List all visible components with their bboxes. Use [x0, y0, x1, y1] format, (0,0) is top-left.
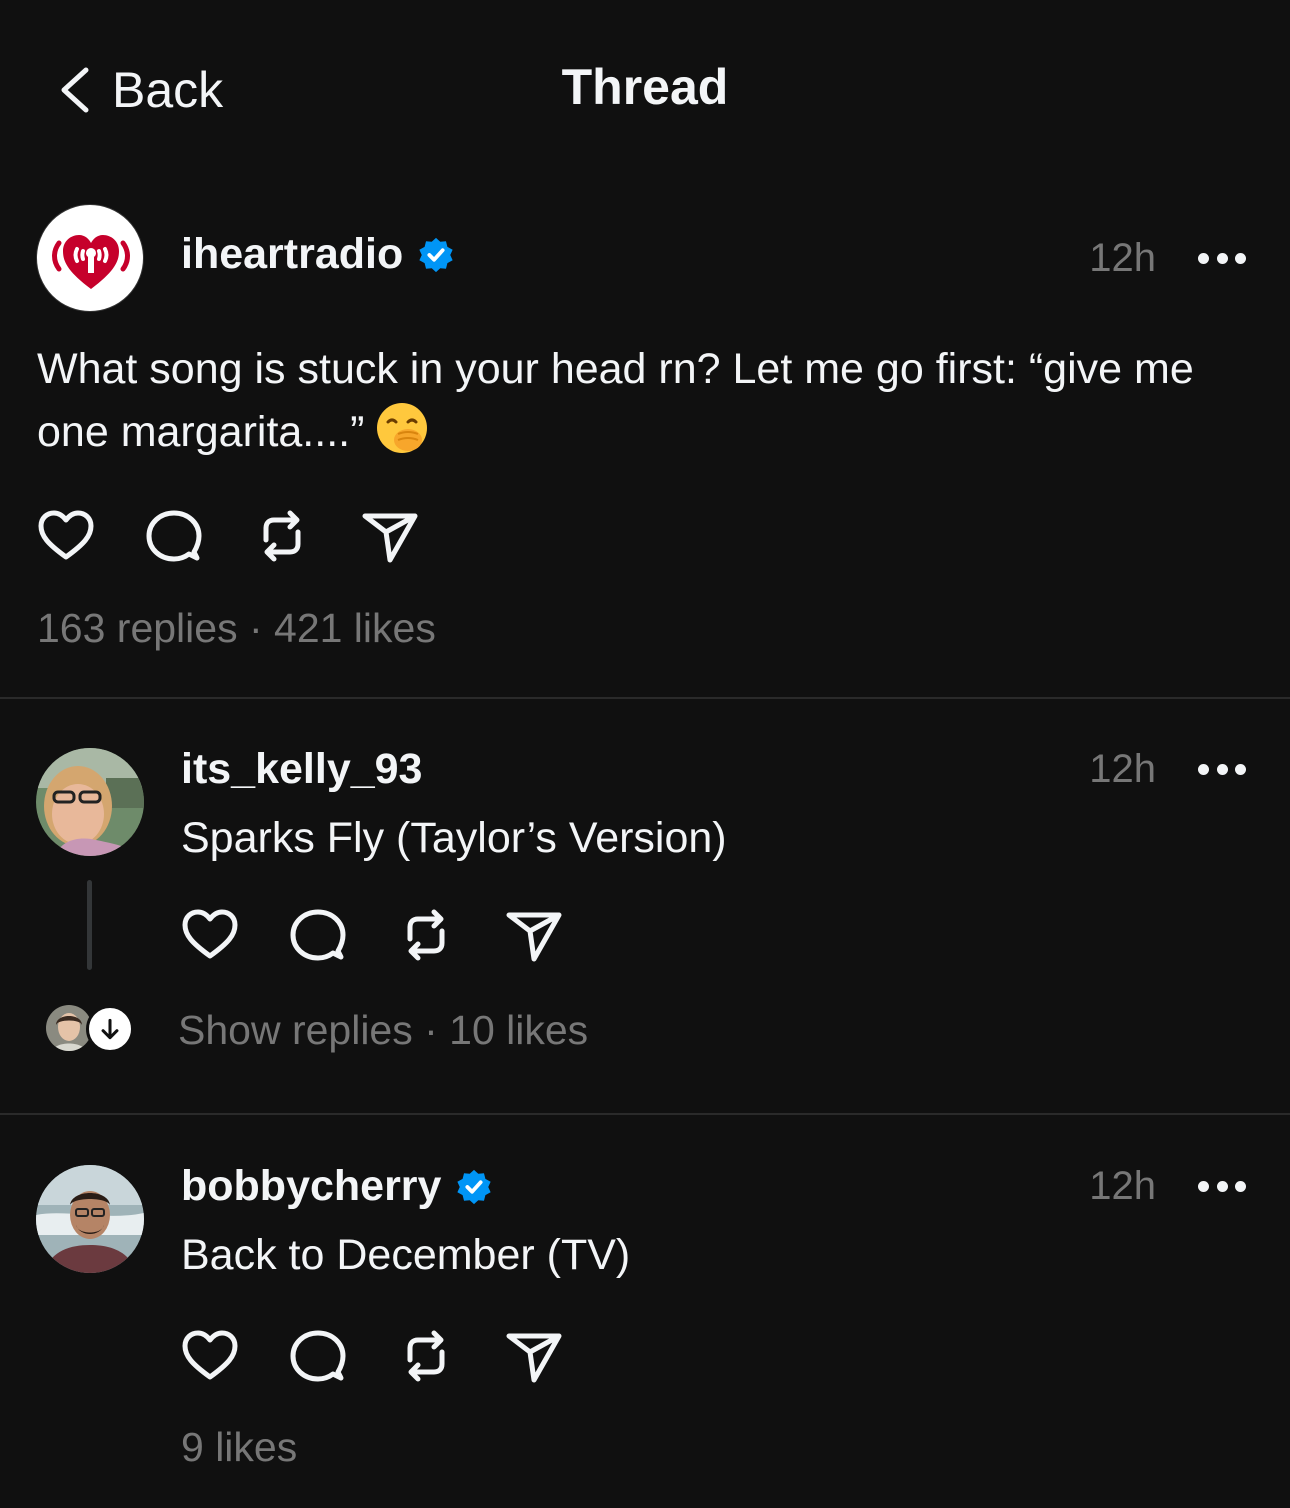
user-photo-icon: [36, 748, 144, 856]
reply-username[interactable]: its_kelly_93: [181, 745, 422, 794]
reply-button[interactable]: [286, 903, 350, 967]
post-text: What song is stuck in your head rn? Let …: [37, 338, 1257, 463]
repost-button[interactable]: [394, 1324, 458, 1388]
post-username[interactable]: iheartradio: [181, 230, 455, 279]
like-button[interactable]: [34, 504, 98, 568]
send-icon: [506, 912, 562, 962]
arrow-down-icon: [101, 1018, 119, 1040]
username-text: its_kelly_93: [181, 745, 423, 793]
reply-text: Back to December (TV): [181, 1231, 631, 1279]
like-button[interactable]: [178, 903, 242, 967]
reply-post: its_kelly_93 12h Sparks Fly (Taylor’s Ve…: [0, 745, 1290, 1115]
heart-icon: [182, 1330, 238, 1380]
share-button[interactable]: [358, 504, 422, 568]
reply-actions: [178, 903, 610, 967]
reply-stats[interactable]: Show replies · 10 likes: [178, 1007, 588, 1054]
reply-text: Sparks Fly (Taylor’s Version): [181, 814, 727, 862]
post-text-content: What song is stuck in your head rn? Let …: [37, 345, 1194, 456]
share-button[interactable]: [502, 1324, 566, 1388]
send-icon: [362, 513, 418, 563]
reply-time: 12h: [1089, 747, 1156, 791]
main-post: iheartradio 12h What song is stuck in yo…: [0, 200, 1290, 700]
divider: [0, 697, 1290, 699]
user-photo-icon: [36, 1165, 144, 1273]
reply-actions: [178, 1324, 610, 1388]
post-time: 12h: [1089, 236, 1156, 280]
reply-button[interactable]: [286, 1324, 350, 1388]
page-title: Thread: [561, 59, 729, 115]
verified-badge-icon: [419, 237, 453, 272]
post-actions: [34, 504, 466, 568]
reply-post: bobbycherry 12h Back to December (TV) 9 …: [0, 1162, 1290, 1508]
reply-stats[interactable]: 9 likes: [181, 1424, 297, 1471]
reply-button[interactable]: [142, 504, 206, 568]
avatar[interactable]: [36, 748, 144, 856]
more-options-icon[interactable]: [1198, 1176, 1246, 1196]
iheartradio-logo-icon: [52, 235, 130, 289]
share-button[interactable]: [502, 903, 566, 967]
more-options-icon[interactable]: [1198, 248, 1246, 268]
verified-badge-icon: [457, 1169, 492, 1204]
header-bar: Back Thread: [0, 0, 1290, 180]
repost-icon: [263, 510, 301, 562]
avatar[interactable]: [36, 1165, 144, 1273]
repost-icon: [407, 909, 445, 961]
heart-icon: [182, 909, 238, 959]
repost-button[interactable]: [250, 504, 314, 568]
reply-time: 12h: [1089, 1164, 1156, 1208]
show-replies-toggle[interactable]: [86, 1005, 134, 1053]
send-icon: [506, 1333, 562, 1383]
comment-icon: [290, 1330, 346, 1382]
face-with-hand-over-mouth-icon: [377, 403, 428, 453]
post-stats[interactable]: 163 replies · 421 likes: [37, 605, 436, 652]
thread-line: [87, 880, 92, 970]
username-text: bobbycherry: [181, 1162, 442, 1210]
comment-icon: [146, 510, 202, 562]
like-button[interactable]: [178, 1324, 242, 1388]
comment-icon: [290, 909, 346, 961]
repost-button[interactable]: [394, 903, 458, 967]
avatar[interactable]: [36, 204, 144, 312]
username-text: iheartradio: [181, 230, 404, 278]
divider: [0, 1113, 1290, 1115]
more-options-icon[interactable]: [1198, 759, 1246, 779]
heart-icon: [38, 510, 94, 560]
repost-icon: [407, 1330, 445, 1382]
reply-username[interactable]: bobbycherry: [181, 1162, 493, 1211]
